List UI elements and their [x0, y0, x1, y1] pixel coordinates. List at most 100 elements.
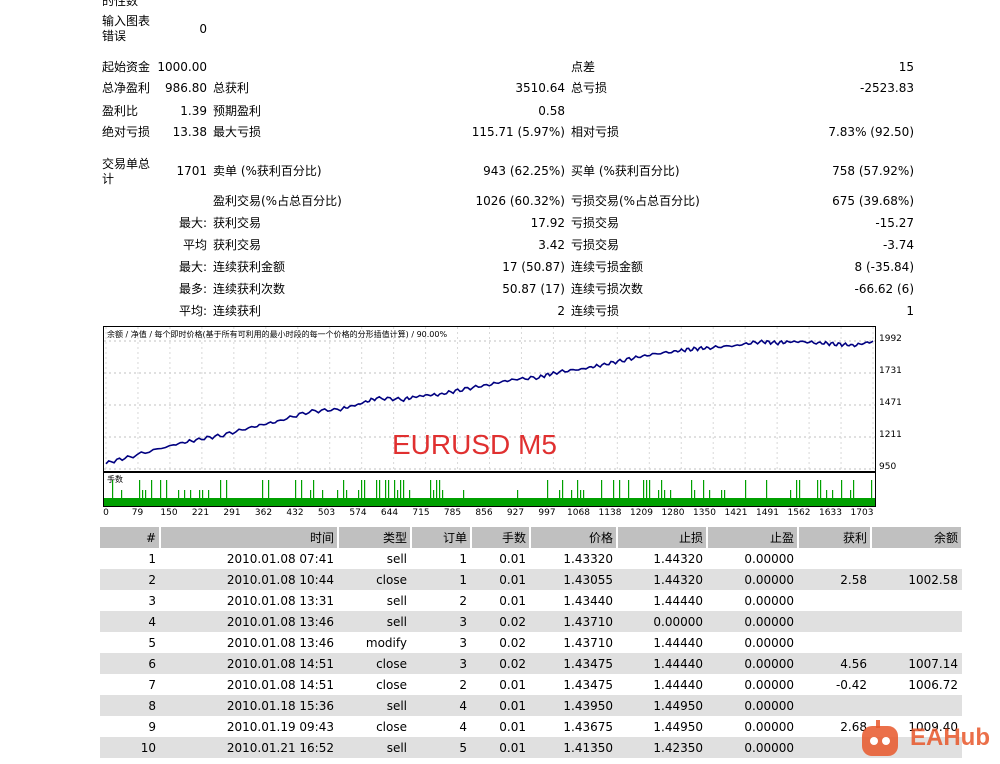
table-cell: 1.43440: [563, 593, 613, 608]
column-header[interactable]: 价格: [530, 527, 618, 548]
avg-consec-wins-value: 2: [557, 304, 565, 318]
table-cell: 1: [148, 551, 156, 566]
table-cell: 1.43055: [530, 569, 617, 590]
initial-deposit-label: 起始资金: [102, 60, 151, 74]
relative-drawdown-label: 相对亏损: [571, 125, 620, 139]
column-header[interactable]: 止损: [617, 527, 708, 548]
column-header[interactable]: 时间: [160, 527, 339, 548]
avg-consec-wins-label: 连续获利: [213, 304, 262, 318]
volume-bar: [439, 480, 441, 506]
volume-bar: [268, 480, 270, 506]
table-row[interactable]: 5 2010.01.08 13:46 modify 3 0.02 1.43710 1.444…: [100, 632, 962, 653]
table-cell: sell: [338, 611, 411, 632]
volume-bar: [430, 480, 432, 506]
table-cell: 1.44440: [653, 635, 703, 650]
column-header[interactable]: 获利: [798, 527, 872, 548]
table-row[interactable]: 2 2010.01.08 10:44 close 1 0.01 1.43055 1.4432…: [100, 569, 962, 590]
y-tick-label: 950: [879, 462, 897, 472]
total-trades-label-line1: 交易单总: [102, 157, 151, 171]
volume-bar: [691, 480, 693, 506]
volume-bar: [745, 480, 747, 506]
table-cell: [798, 611, 871, 632]
table-cell: 1: [459, 551, 467, 566]
table-cell: close: [376, 677, 407, 692]
x-tick-label: 1491: [756, 508, 779, 518]
table-cell: 1: [411, 569, 471, 590]
table-cell: 0.00000: [707, 695, 798, 716]
average-label: 平均: [182, 238, 207, 252]
volume-bar: [601, 480, 603, 506]
volume-bar: [199, 490, 201, 506]
volume-bar: [295, 480, 297, 506]
table-cell: 0.00000: [744, 635, 794, 650]
average-loss-value: -3.74: [882, 238, 914, 252]
table-cell: [871, 632, 962, 653]
column-header[interactable]: 订单: [411, 527, 472, 548]
volume-bar: [343, 480, 345, 506]
x-tick-label: 362: [254, 508, 273, 518]
column-header[interactable]: 类型: [338, 527, 412, 548]
table-row[interactable]: 6 2010.01.08 14:51 close 3 0.02 1.43475 1.4444…: [100, 653, 962, 674]
volume-bar: [562, 480, 564, 506]
table-cell: 0.00000: [707, 737, 798, 758]
table-row[interactable]: 3 2010.01.08 13:31 sell 2 0.01 1.43440 1.44440…: [100, 590, 962, 611]
watermark-text: EAHub: [910, 724, 990, 751]
gross-loss-label: 总亏损: [571, 81, 608, 95]
column-header[interactable]: 余额: [871, 527, 963, 548]
column-header[interactable]: 手数: [471, 527, 531, 548]
table-cell: 2: [459, 677, 467, 692]
table-cell: 2010.01.08 14:51: [160, 653, 338, 674]
volume-chart: 手数: [103, 472, 876, 507]
table-cell: close: [338, 569, 411, 590]
table-cell: [871, 590, 962, 611]
table-cell: 0.00000: [744, 593, 794, 608]
table-cell: 0.00000: [617, 611, 707, 632]
table-row[interactable]: 10 2010.01.21 16:52 sell 5 0.01 1.41350 1.4235…: [100, 737, 962, 758]
table-cell: 1007.14: [871, 653, 962, 674]
table-cell: 2010.01.21 16:52: [160, 737, 338, 758]
chart-overlay-title: EURUSD M5: [392, 429, 557, 460]
volume-base-bar: [104, 498, 875, 506]
table-cell: 1.43675: [563, 719, 613, 734]
table-cell: 1.41350: [530, 737, 617, 758]
gross-profit-value: 3510.64: [515, 81, 565, 95]
table-cell: 2010.01.19 09:43: [226, 719, 334, 734]
table-cell: 0.00000: [707, 611, 798, 632]
table-row[interactable]: 8 2010.01.18 15:36 sell 4 0.01 1.43950 1.44950…: [100, 695, 962, 716]
table-row[interactable]: 4 2010.01.08 13:46 sell 3 0.02 1.43710 0.00000…: [100, 611, 962, 632]
max-drawdown-label: 最大亏损: [213, 125, 262, 139]
column-header[interactable]: 止盈: [707, 527, 799, 548]
table-row[interactable]: 9 2010.01.19 09:43 close 4 0.01 1.43675 1.4495…: [100, 716, 962, 737]
volume-bar: [613, 480, 615, 506]
max-consec-losses-value: 8 (-35.84): [854, 260, 915, 274]
table-cell: [798, 632, 871, 653]
max-consec-losses-label: 连续亏损金额: [571, 260, 644, 274]
table-cell: 2010.01.08 13:46: [160, 611, 338, 632]
table-cell: 2010.01.08 13:46: [226, 635, 334, 650]
table-cell: 0.02: [471, 611, 530, 632]
table-cell: 3: [148, 593, 156, 608]
gross-profit-label: 总获利: [213, 81, 250, 95]
table-cell: 1.44440: [617, 653, 707, 674]
x-tick-label: 644: [380, 508, 399, 518]
profit-trades-value: 1026 (60.32%): [475, 194, 565, 208]
max-consec-wins-value: 17 (50.87): [502, 260, 565, 274]
max-consec-loss-count-value: -66.62 (6): [854, 282, 915, 296]
volume-bar: [166, 480, 168, 506]
volume-bar: [202, 490, 204, 506]
total-trades-value: 1701: [176, 164, 207, 178]
table-row[interactable]: 1 2010.01.08 07:41 sell 1 0.01 1.43320 1.44320…: [100, 548, 962, 569]
short-positions-value: 943 (62.25%): [483, 164, 565, 178]
volume-bar: [577, 480, 579, 506]
x-tick-label: 927: [506, 508, 525, 518]
volume-bar: [820, 480, 822, 506]
table-cell: [871, 695, 962, 716]
expected-payoff-value: 0.58: [538, 104, 565, 118]
volume-bar: [796, 480, 798, 506]
relative-drawdown-value: 7.83% (92.50): [828, 125, 914, 139]
column-header[interactable]: #: [100, 527, 161, 548]
table-cell: 3: [411, 611, 471, 632]
x-tick-label: 1068: [567, 508, 590, 518]
table-row[interactable]: 7 2010.01.08 14:51 close 2 0.01 1.43475 1.4444…: [100, 674, 962, 695]
volume-bar: [799, 480, 801, 506]
